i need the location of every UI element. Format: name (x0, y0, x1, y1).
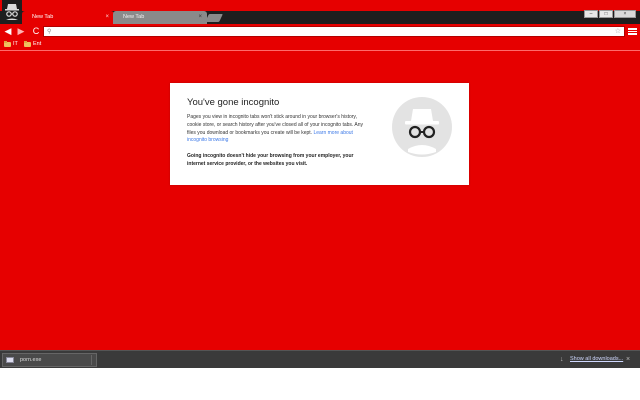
menu-bar-icon (628, 30, 637, 32)
chrome-menu-button[interactable] (628, 27, 637, 36)
incognito-heading: You've gone incognito (187, 97, 280, 108)
tab-new-tab[interactable]: New Tab × (113, 11, 207, 24)
bookmarks-divider (0, 50, 640, 51)
incognito-spy-icon (392, 97, 452, 157)
bookmark-folder-ent[interactable]: Ent (24, 40, 41, 49)
file-icon (6, 357, 14, 363)
incognito-avatar-icon (2, 0, 22, 22)
forward-button[interactable]: ▶ (16, 26, 26, 36)
omnibox[interactable]: ⚲ ☆ (43, 26, 625, 37)
omnibox-input[interactable] (56, 27, 606, 36)
maximize-button[interactable]: □ (599, 10, 613, 18)
download-item[interactable]: porn.exe (2, 353, 97, 367)
downloads-shelf: porn.exe ↓ Show all downloads... × (0, 350, 640, 368)
tab-title: New Tab (32, 14, 54, 20)
download-filename: porn.exe (20, 357, 42, 363)
back-button[interactable]: ◀ (3, 26, 13, 36)
toolbar: ◀ ▶ C ⚲ ☆ (0, 24, 640, 39)
tab-close-icon[interactable]: × (198, 11, 202, 24)
bookmark-label: IT (13, 41, 18, 47)
tab-title: New Tab (123, 14, 145, 20)
tab-new-tab-active[interactable]: New Tab × (22, 11, 114, 24)
close-window-button[interactable]: × (614, 10, 636, 18)
download-arrow-icon: ↓ (560, 356, 564, 363)
incognito-description: Pages you view in incognito tabs won't s… (187, 114, 372, 145)
browser-window: New Tab × New Tab × – □ × ◀ ▶ C ⚲ ☆ IT E… (0, 0, 640, 368)
search-icon: ⚲ (47, 29, 52, 35)
incognito-warning-text: Going incognito doesn't hide your browsi… (187, 153, 354, 167)
window-controls: – □ × (584, 10, 636, 19)
bookmark-folder-it[interactable]: IT (4, 40, 18, 49)
folder-icon (24, 41, 31, 47)
reload-button[interactable]: C (31, 26, 41, 36)
incognito-card: You've gone incognito Pages you view in … (170, 83, 469, 185)
folder-icon (4, 41, 11, 47)
minimize-button[interactable]: – (584, 10, 598, 18)
menu-bar-icon (628, 33, 637, 35)
bookmark-star-icon[interactable]: ☆ (615, 27, 621, 36)
download-menu-divider (91, 355, 92, 365)
close-shelf-icon[interactable]: × (626, 355, 630, 364)
menu-bar-icon (628, 28, 637, 30)
bookmark-label: Ent (33, 41, 42, 47)
bookmarks-bar: IT Ent (0, 39, 640, 50)
tab-close-icon[interactable]: × (105, 11, 109, 24)
show-all-downloads-link[interactable]: Show all downloads... (570, 355, 623, 364)
